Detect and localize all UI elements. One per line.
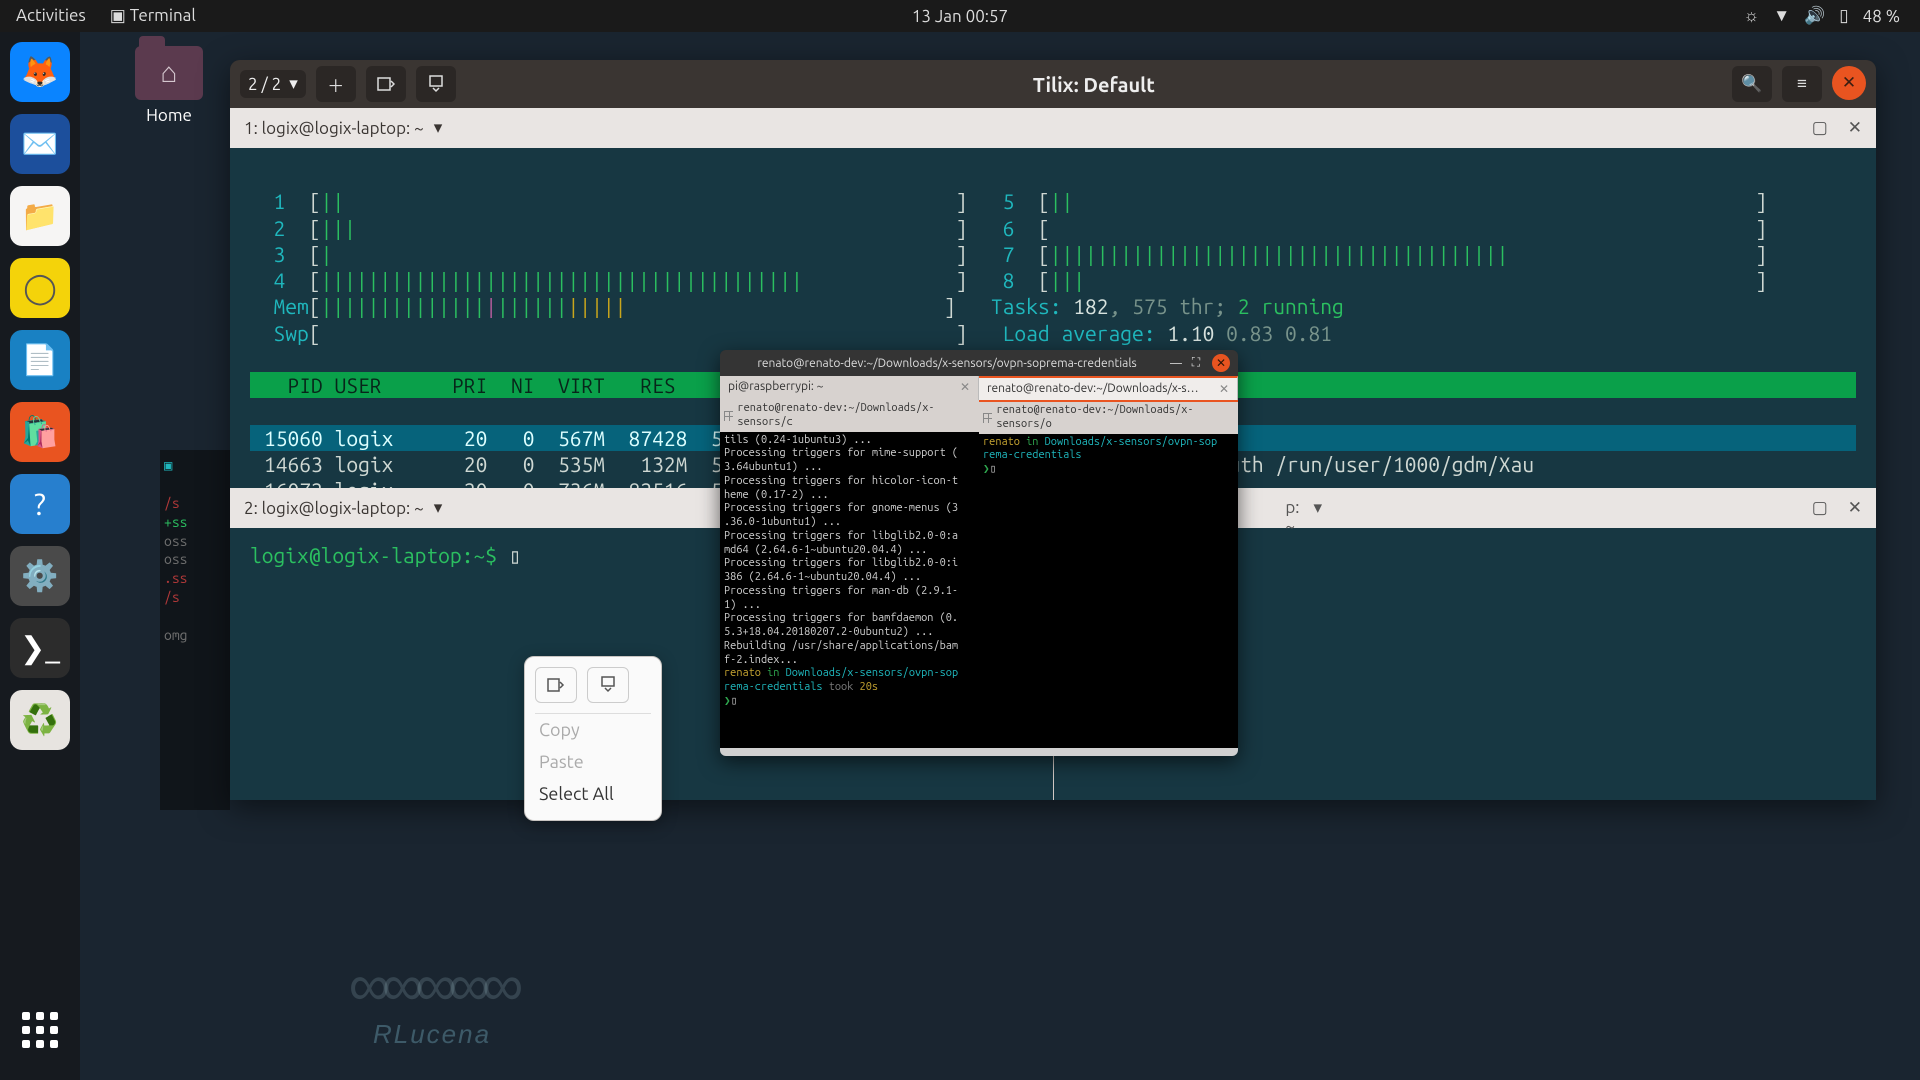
grid-icon xyxy=(724,411,733,421)
files-icon[interactable]: 📁 xyxy=(10,186,70,246)
pane1-header[interactable]: 1: logix@logix-laptop: ~ ▾ ▢ ✕ xyxy=(230,108,1876,148)
overlay-title: renato@renato-dev:~/Downloads/x-sensors/… xyxy=(728,357,1166,370)
search-icon: 🔍 xyxy=(1741,74,1762,94)
tab-close-icon[interactable]: ✕ xyxy=(956,380,970,394)
split-down-icon xyxy=(427,75,445,93)
wallpaper-watermark: ∞∞∞∞∞ RLucena xyxy=(252,952,612,1050)
pane-maximize-button[interactable]: ▢ xyxy=(1812,118,1828,138)
trash-icon[interactable]: ♻️ xyxy=(10,690,70,750)
wifi-icon[interactable]: ▼ xyxy=(1773,6,1790,26)
clock[interactable]: 13 Jan 00:57 xyxy=(912,7,1008,26)
app-menu-terminal[interactable]: ▣ Terminal xyxy=(110,6,196,26)
terminal-line: 386 (2.64.6-1~ubuntu20.04.4) ... xyxy=(724,571,975,585)
terminal-line: Processing triggers for hicolor-icon-t xyxy=(724,475,975,489)
terminal-line: heme (0.17-2) ... xyxy=(724,489,975,503)
dna-icon: ∞∞∞∞∞ xyxy=(252,952,612,1019)
grid-icon xyxy=(983,413,992,423)
session-selector[interactable]: 2 / 2 ▾ xyxy=(240,70,306,98)
terminal-line: Processing triggers for mime-support ( xyxy=(724,447,975,461)
terminal-line: f-2.index... xyxy=(724,654,975,668)
show-applications-button[interactable] xyxy=(10,1000,70,1060)
background-window-fragment: ▣ /s +ss oss oss .ss /s omg xyxy=(160,450,230,810)
terminal-line: Processing triggers for bamfdaemon (0. xyxy=(724,612,975,626)
split-down-icon xyxy=(599,676,617,694)
pane2-title: 2: logix@logix-laptop: ~ xyxy=(244,499,424,518)
tilix-window-title: Tilix: Default xyxy=(466,73,1722,96)
thunderbird-icon[interactable]: ✉️ xyxy=(10,114,70,174)
terminal-line: 5.3+18.04.20180207.2-0ubuntu2) ... xyxy=(724,626,975,640)
battery-icon[interactable]: ▯ xyxy=(1839,6,1848,26)
chevron-down-icon: ▾ xyxy=(289,74,298,94)
terminal-line: md64 (2.64.6-1~ubuntu20.04.4) ... xyxy=(724,544,975,558)
chevron-down-icon: ▾ xyxy=(1313,498,1322,536)
split-right-icon xyxy=(547,676,565,694)
close-button[interactable]: ✕ xyxy=(1212,354,1230,372)
context-menu-popover: Copy Paste Select All xyxy=(524,656,662,821)
pane2b-title: p: ~ xyxy=(1285,498,1299,536)
app-menu-label: Terminal xyxy=(130,6,196,25)
split-down-button[interactable] xyxy=(416,66,456,102)
help-icon[interactable]: ? xyxy=(10,474,70,534)
pane-maximize-button[interactable]: ▢ xyxy=(1812,498,1828,518)
close-icon: ✕ xyxy=(1842,73,1856,93)
terminal-line: .36.0-1ubuntu1) ... xyxy=(724,516,975,530)
desktop-home-label: Home xyxy=(146,106,192,125)
activities-button[interactable]: Activities xyxy=(16,6,86,26)
settings-icon[interactable]: ⚙️ xyxy=(10,546,70,606)
battery-percent: 48 % xyxy=(1863,7,1900,26)
terminal-line: tils (0.24-1ubuntu3) ... xyxy=(724,434,975,448)
brightness-icon[interactable]: ☼ xyxy=(1744,6,1760,26)
split-right-menu-button[interactable] xyxy=(535,667,577,703)
split-right-button[interactable] xyxy=(366,66,406,102)
overlay-pane-right-header[interactable]: renato@renato-dev:~/Downloads/x-sensors/… xyxy=(979,400,1238,434)
menu-item-copy: Copy xyxy=(535,714,651,746)
menu-item-paste: Paste xyxy=(535,746,651,778)
new-session-button[interactable]: ＋ xyxy=(316,66,356,102)
hamburger-menu-button[interactable]: ≡ xyxy=(1782,66,1822,102)
overlay-terminal-window: renato@renato-dev:~/Downloads/x-sensors/… xyxy=(720,350,1238,756)
chevron-down-icon: ▾ xyxy=(434,118,443,138)
tab-close-icon[interactable]: ✕ xyxy=(1215,382,1229,396)
terminal-line: Rebuilding /usr/share/applications/bam xyxy=(724,640,975,654)
search-button[interactable]: 🔍 xyxy=(1732,66,1772,102)
ubuntu-dock: 🦊 ✉️ 📁 ◯ 📄 🛍️ ? ⚙️ ❯_ ♻️ xyxy=(0,32,80,1080)
terminal-line: 1) ... xyxy=(724,599,975,613)
menu-icon: ≡ xyxy=(1797,74,1807,94)
terminal-line: Processing triggers for man-db (2.9.1- xyxy=(724,585,975,599)
desktop-home-folder[interactable]: ⌂ Home xyxy=(130,46,208,125)
tilix-titlebar[interactable]: 2 / 2 ▾ ＋ Tilix: Default 🔍 ≡ ✕ xyxy=(230,60,1876,108)
overlay-tabs: pi@raspberrypi: ~✕renato@renato-dev:~/Do… xyxy=(720,376,1238,400)
terminal-line: Processing triggers for libglib2.0-0:i xyxy=(724,557,975,571)
pane1-title: 1: logix@logix-laptop: ~ xyxy=(244,119,424,138)
pane-close-button[interactable]: ✕ xyxy=(1848,498,1862,518)
overlay-pane-left[interactable]: renato@renato-dev:~/Downloads/x-sensors/… xyxy=(720,400,979,748)
ubuntu-software-icon[interactable]: 🛍️ xyxy=(10,402,70,462)
terminal-line: 3.64ubuntu1) ... xyxy=(724,461,975,475)
firefox-icon[interactable]: 🦊 xyxy=(10,42,70,102)
home-icon: ⌂ xyxy=(135,46,203,100)
overlay-pane-right[interactable]: renato@renato-dev:~/Downloads/x-sensors/… xyxy=(979,400,1238,748)
split-right-icon xyxy=(377,75,395,93)
overlay-tab[interactable]: renato@renato-dev:~/Downloads/x-s…✕ xyxy=(979,376,1238,400)
overlay-pane-left-header[interactable]: renato@renato-dev:~/Downloads/x-sensors/… xyxy=(720,400,979,432)
chevron-down-icon: ▾ xyxy=(434,498,443,518)
close-window-button[interactable]: ✕ xyxy=(1832,66,1866,100)
overlay-tab[interactable]: pi@raspberrypi: ~✕ xyxy=(720,376,979,400)
terminal-line: Processing triggers for gnome-menus (3 xyxy=(724,502,975,516)
terminal-line: Processing triggers for libglib2.0-0:a xyxy=(724,530,975,544)
gnome-top-bar: Activities ▣ Terminal 13 Jan 00:57 ☼ ▼ 🔊… xyxy=(0,0,1920,32)
overlay-titlebar[interactable]: renato@renato-dev:~/Downloads/x-sensors/… xyxy=(720,350,1238,376)
rhythmbox-icon[interactable]: ◯ xyxy=(10,258,70,318)
minimize-button[interactable]: — xyxy=(1166,357,1186,370)
menu-item-select-all[interactable]: Select All xyxy=(535,778,651,810)
session-indicator: 2 / 2 xyxy=(248,75,281,94)
volume-icon[interactable]: 🔊 xyxy=(1804,6,1825,26)
pane-close-button[interactable]: ✕ xyxy=(1848,118,1862,138)
split-down-menu-button[interactable] xyxy=(587,667,629,703)
maximize-button[interactable]: ⛶ xyxy=(1186,356,1206,370)
terminal-icon: ▣ xyxy=(110,6,126,26)
libreoffice-writer-icon[interactable]: 📄 xyxy=(10,330,70,390)
terminal-app-icon[interactable]: ❯_ xyxy=(10,618,70,678)
